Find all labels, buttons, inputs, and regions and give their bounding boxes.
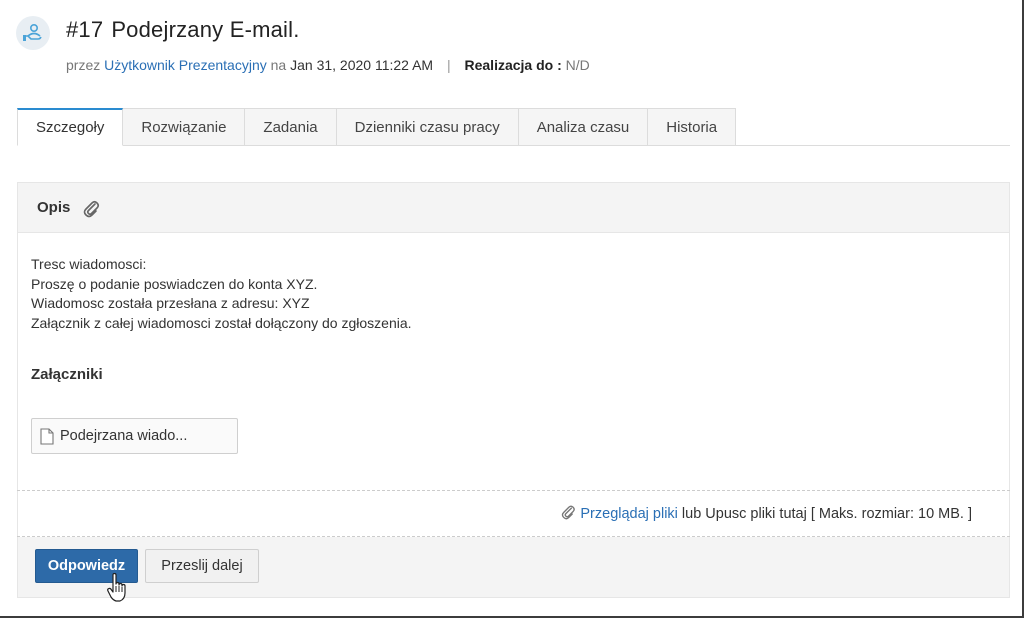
description-header: Opis [18, 183, 1009, 233]
tab-worklogs[interactable]: Dzienniki czasu pracy [336, 108, 519, 146]
ticket-number: #17 [66, 17, 104, 42]
attachment-file-button[interactable]: Podejrzana wiado... [31, 418, 238, 454]
upload-area[interactable]: Przeglądaj pliki lub Upusc pliki tutaj [… [560, 503, 972, 524]
description-body: Tresc wiadomosci: Proszę o podanie poswi… [31, 255, 412, 333]
due-value: N/D [565, 57, 590, 73]
tab-resolution[interactable]: Rozwiązanie [123, 108, 246, 146]
tab-bar: Szczegoły Rozwiązanie Zadania Dzienniki … [17, 108, 737, 146]
document-icon [40, 427, 54, 445]
ticket-subject: Podejrzany E-mail. [111, 17, 300, 42]
attachment-file-name: Podejrzana wiado... [60, 428, 188, 444]
requester-avatar-icon[interactable] [16, 16, 50, 50]
hand-cursor-icon [106, 572, 130, 608]
by-label: przez [66, 57, 101, 73]
paperclip-icon [560, 503, 576, 524]
description-line: Wiadomosc została przesłana z adresu: XY… [31, 295, 310, 311]
browse-files-link[interactable]: Przeglądaj pliki [580, 506, 678, 522]
tab-tasks[interactable]: Zadania [245, 108, 337, 146]
paperclip-icon[interactable] [82, 198, 100, 218]
tab-time-analysis[interactable]: Analiza czasu [518, 108, 649, 146]
tab-history[interactable]: Historia [648, 108, 737, 146]
description-line: Załącznik z całej wiadomosci został dołą… [31, 314, 412, 331]
meta-separator: | [446, 57, 451, 73]
upload-divider-top [17, 490, 1010, 491]
ticket-title: #17 Podejrzany E-mail. [66, 17, 300, 43]
description-heading: Opis [37, 199, 71, 216]
forward-button[interactable]: Przeslij dalej [145, 549, 259, 583]
due-label: Realizacja do : [464, 57, 562, 73]
on-label: na [270, 57, 287, 73]
description-line: Proszę o podanie poswiadczen do konta XY… [31, 275, 318, 292]
ticket-meta: przez Użytkownik Prezentacyjny na Jan 31… [66, 57, 590, 73]
attachments-heading: Załączniki [31, 366, 103, 383]
upload-hint: lub Upusc pliki tutaj [ Maks. rozmiar: 1… [681, 505, 972, 522]
description-line: Tresc wiadomosci: [31, 256, 147, 272]
author-link[interactable]: Użytkownik Prezentacyjny [104, 57, 267, 73]
created-date: Jan 31, 2020 11:22 AM [290, 57, 434, 73]
tab-details[interactable]: Szczegoły [17, 108, 124, 146]
